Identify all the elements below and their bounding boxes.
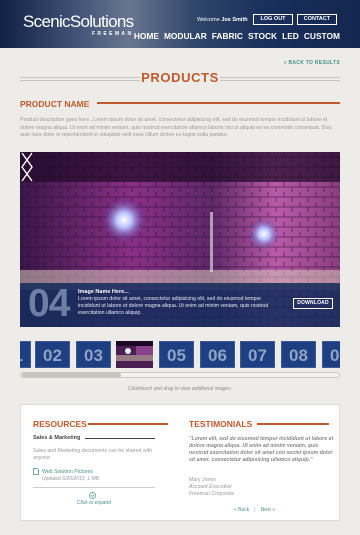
thumbnail[interactable]: 02	[35, 341, 70, 368]
thumbnail[interactable]: 01	[20, 341, 31, 368]
welcome-text: Welcome	[197, 17, 220, 23]
logout-button[interactable]: LOG OUT	[253, 14, 293, 25]
user-name: Joe Smith	[221, 17, 248, 23]
thumbnail[interactable]: 06	[200, 341, 235, 368]
pager-separator: |	[254, 507, 256, 513]
header: ScenicSolutions FREEMAN Welcome Joe Smit…	[0, 0, 360, 48]
thumbnail-number: 01	[20, 342, 30, 368]
back-to-results-link[interactable]: « BACK TO RESULTS	[284, 60, 340, 66]
testimonial-author: Mary Jones Account Executive Freeman Cor…	[189, 477, 234, 498]
next-link[interactable]: Next »	[261, 507, 275, 513]
slide-caption: 04 Image Name Here... Lorem ipsum dolor …	[20, 282, 340, 327]
thumbnail-number: 07	[248, 346, 267, 365]
thumbnail-number: 03	[84, 346, 103, 365]
author-company: Freeman Corporate	[189, 491, 235, 497]
thumbnail-strip[interactable]: 01 02 03 05 06 07 08 09	[20, 341, 340, 368]
resources-category-line	[85, 438, 155, 439]
nav-item-fabric[interactable]: FABRIC	[212, 31, 243, 43]
thumbnail-number: 05	[167, 346, 186, 365]
thumbnail-image	[116, 341, 153, 368]
testimonial-pager: « Back | Next »	[234, 507, 275, 513]
thumbnail[interactable]: 09	[322, 341, 340, 368]
thumbnail-selected[interactable]	[116, 341, 153, 368]
testimonials-title: TESTIMONIALS	[189, 419, 253, 429]
product-name: PRODUCT NAME	[20, 99, 90, 109]
page: ScenicSolutions FREEMAN Welcome Joe Smit…	[0, 0, 360, 535]
thumbnail-number: 06	[208, 346, 227, 365]
testimonials-underline	[257, 423, 329, 425]
resources-underline	[88, 423, 168, 425]
product-name-underline	[97, 102, 340, 104]
thumbnail[interactable]: 08	[281, 341, 316, 368]
author-name: Mary Jones	[189, 477, 216, 483]
nav-item-modular[interactable]: MODULAR	[164, 31, 207, 43]
resources-category: Sales & Marketing	[33, 435, 81, 441]
nav-item-home[interactable]: HOME	[134, 31, 159, 43]
thumbnail-scrollbar[interactable]	[20, 372, 340, 378]
nav-item-custom[interactable]: CUSTOM	[304, 31, 340, 43]
thumbnail-number: 08	[289, 346, 308, 365]
download-button[interactable]: DOWNLOAD	[293, 298, 333, 309]
testimonial-quote: "Lorem elit, sed do eiusmod tempor incid…	[189, 436, 334, 463]
drag-hint: Click/touch and drag to view additional …	[127, 386, 233, 392]
resources-divider	[33, 487, 155, 488]
back-link[interactable]: « Back	[234, 507, 249, 513]
slide-number: 04	[28, 282, 70, 325]
thumbnail-number: 09	[330, 346, 340, 365]
image-name: Image Name Here...	[78, 289, 129, 295]
thumbnail[interactable]: 07	[240, 341, 275, 368]
thumbnail[interactable]: 05	[159, 341, 194, 368]
logo-main-text: ScenicSolutions	[23, 12, 134, 31]
nav-item-stock[interactable]: STOCK	[248, 31, 277, 43]
welcome-message: Welcome Joe Smith	[197, 17, 248, 23]
expand-link[interactable]: Click to expand	[33, 500, 155, 506]
document-link[interactable]: Web Solution Pictures	[42, 469, 93, 475]
thumbnail[interactable]: 03	[76, 341, 111, 368]
contact-button[interactable]: CONTACT	[297, 14, 337, 25]
info-panel: RESOURCES Sales & Marketing Sales and Ma…	[20, 404, 340, 521]
thumbnail-number: 02	[43, 346, 62, 365]
product-description: Product description goes here...Lorem ip…	[20, 117, 332, 138]
scrollbar-handle[interactable]	[22, 373, 121, 377]
next-slide-icon[interactable]	[20, 152, 34, 182]
nav-item-led[interactable]: LED	[282, 31, 299, 43]
resources-description: Sales and Marketing documents can be sha…	[33, 448, 153, 461]
author-title: Account Executive	[189, 484, 232, 490]
title-divider-right	[220, 77, 340, 81]
logo-sub-text: FREEMAN	[91, 31, 134, 37]
logo[interactable]: ScenicSolutions FREEMAN	[23, 12, 134, 37]
expand-icon[interactable]	[89, 492, 96, 499]
image-description: Lorem ipsum dolor sit amet, consectetur …	[78, 296, 269, 316]
document-date: Updated 6/26/2012, 1 MB	[42, 476, 99, 482]
main-nav: HOME MODULAR FABRIC STOCK LED CUSTOM	[134, 31, 340, 43]
resources-title: RESOURCES	[33, 419, 87, 429]
hero-image-slider[interactable]: 04 Image Name Here... Lorem ipsum dolor …	[20, 152, 340, 327]
document-icon	[33, 468, 39, 475]
